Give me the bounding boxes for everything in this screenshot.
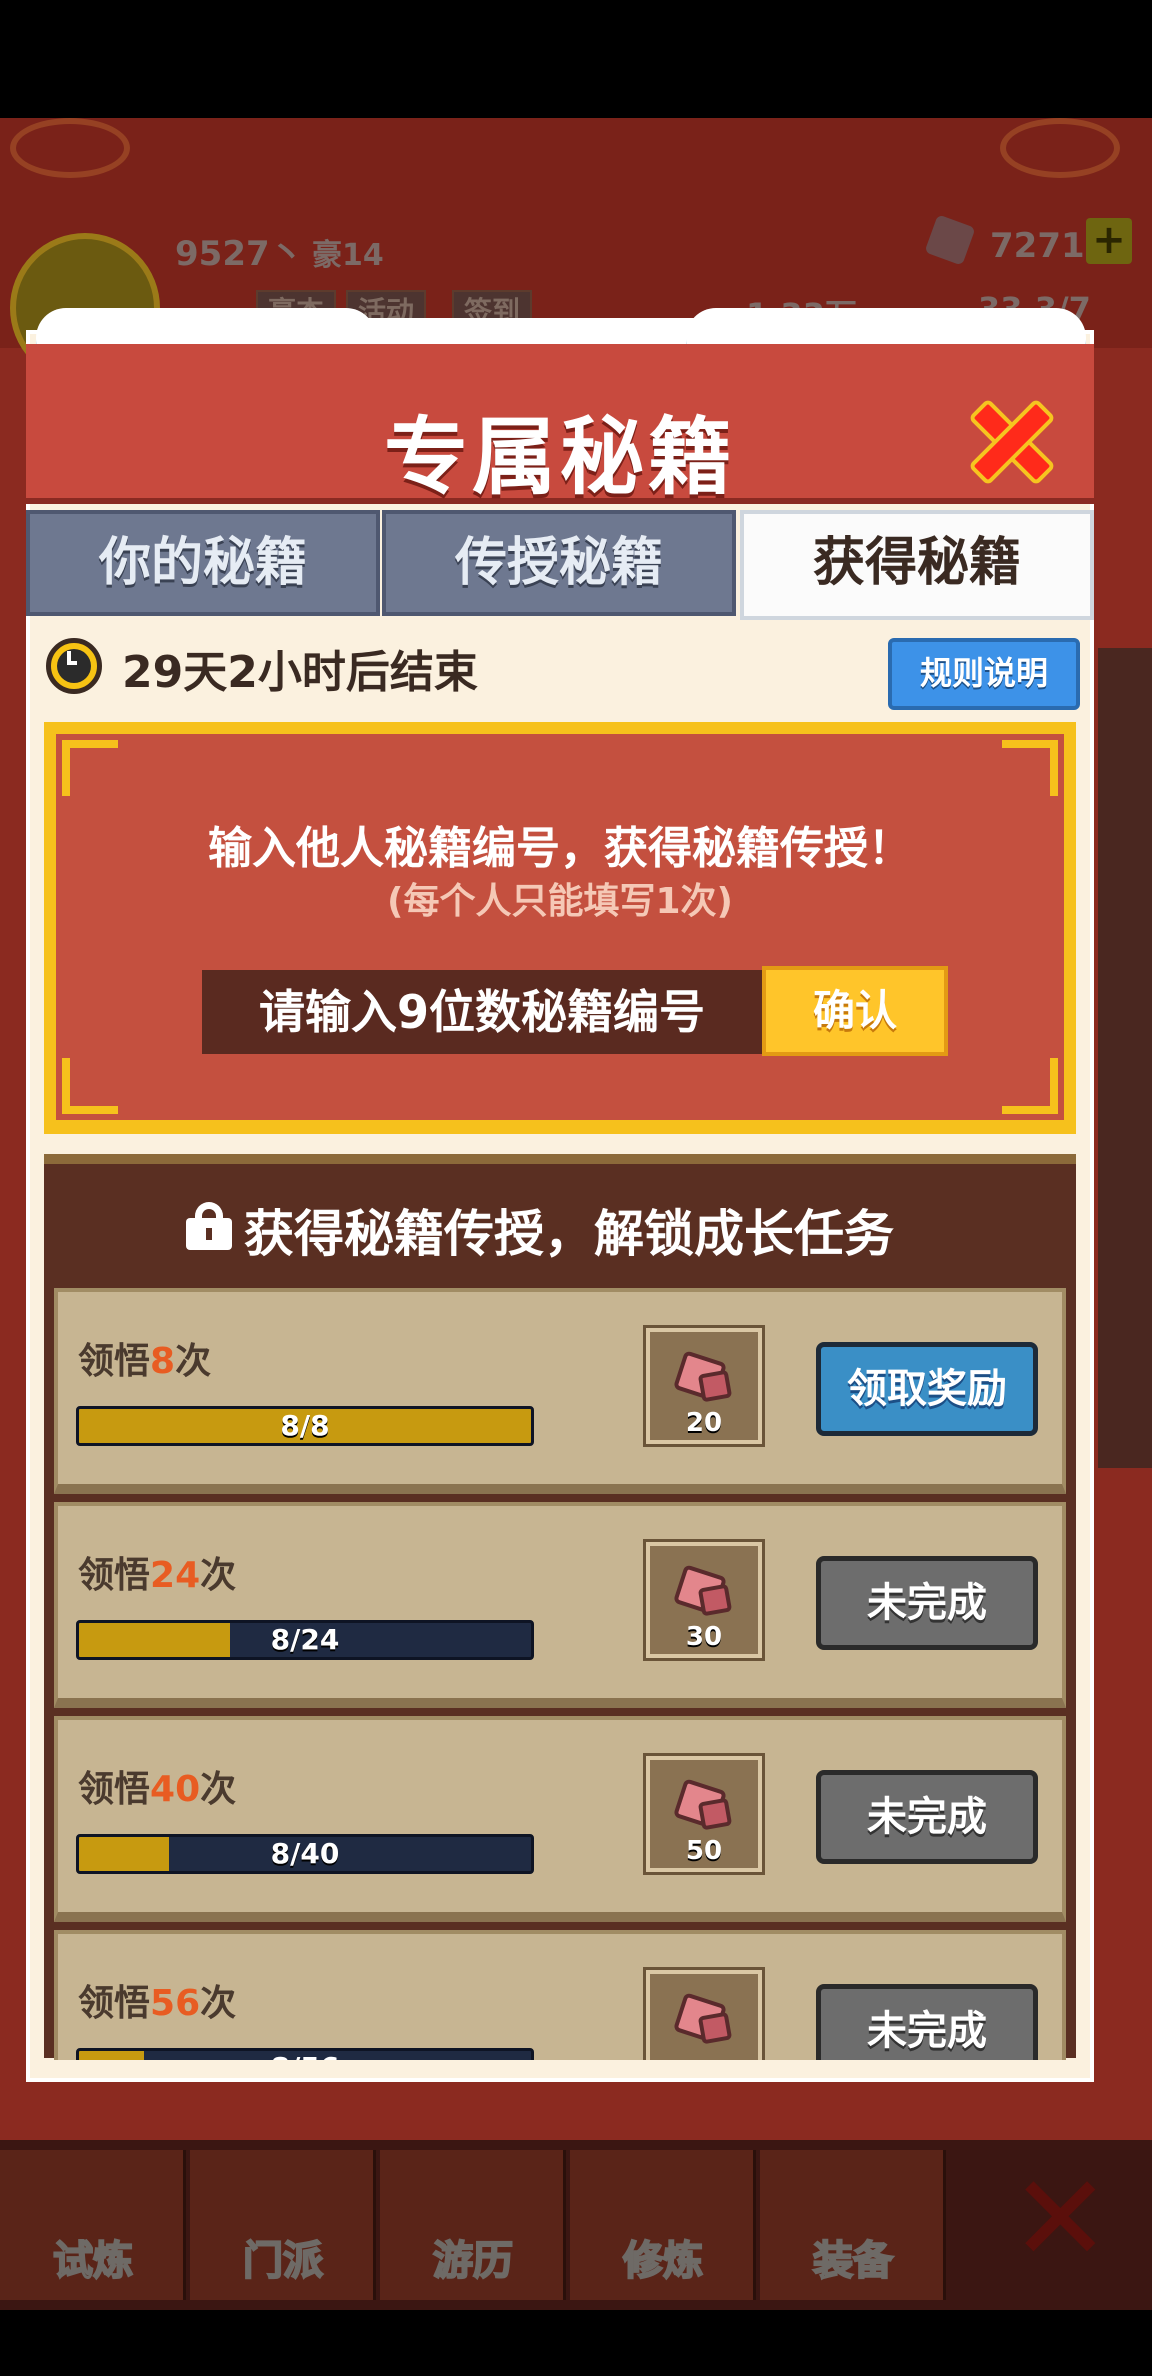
task-row: 领悟56次 8/56 未完成 bbox=[54, 1930, 1066, 2060]
gem-count: 7271 bbox=[990, 226, 1085, 266]
tab-your-secrets[interactable]: 你的秘籍 bbox=[26, 510, 380, 616]
progress-text: 8/8 bbox=[280, 1409, 330, 1442]
add-gems-icon: + bbox=[1086, 218, 1132, 264]
side-panel bbox=[1098, 648, 1152, 1468]
nav-label-equipment: 装备 bbox=[812, 2237, 894, 2285]
task-label: 领悟8次 bbox=[78, 1341, 212, 1382]
growth-task-panel: 获得秘籍传授，解锁成长任务 领悟8次 8/8 20 领取奖励 领悟24次 8/2… bbox=[44, 1154, 1076, 2060]
dialog-header: 专属秘籍 bbox=[26, 344, 1094, 506]
task-panel-title: 获得秘籍传授，解锁成长任务 bbox=[244, 1205, 894, 1263]
nav-close-icon: ✕ bbox=[1010, 2150, 1111, 2289]
progress-text: 8/56 bbox=[79, 2051, 531, 2060]
reward-slot[interactable]: 50 bbox=[646, 1756, 762, 1872]
cloud-ornament bbox=[10, 118, 130, 178]
secret-code-input[interactable]: 请输入9位数秘籍编号 bbox=[202, 970, 762, 1054]
player-rank: 豪14 bbox=[312, 238, 384, 273]
task-progress-bar: 8/8 bbox=[76, 1406, 534, 1446]
claim-reward-button[interactable]: 领取奖励 bbox=[816, 1342, 1038, 1436]
input-instruction: 输入他人秘籍编号，获得秘籍传授！ bbox=[208, 823, 912, 874]
cloud-ornament bbox=[1000, 118, 1120, 178]
corner-ornament bbox=[62, 1058, 118, 1114]
lock-icon bbox=[186, 1202, 232, 1250]
incomplete-button[interactable]: 未完成 bbox=[816, 1556, 1038, 1650]
nav-label-sect: 门派 bbox=[242, 2237, 324, 2285]
incomplete-button[interactable]: 未完成 bbox=[816, 1770, 1038, 1864]
input-note: (每个人只能填写1次) bbox=[387, 881, 733, 922]
corner-ornament bbox=[62, 740, 118, 796]
corner-ornament bbox=[1002, 740, 1058, 796]
rules-button[interactable]: 规则说明 bbox=[888, 638, 1080, 710]
code-input-panel: 输入他人秘籍编号，获得秘籍传授！ (每个人只能填写1次) 请输入9位数秘籍编号 … bbox=[44, 722, 1076, 1134]
close-icon[interactable] bbox=[964, 394, 1060, 490]
system-bar bbox=[0, 2310, 1152, 2376]
nav-label-travel: 游历 bbox=[432, 2237, 514, 2285]
reward-slot[interactable]: 30 bbox=[646, 1542, 762, 1658]
tab-teach-secrets[interactable]: 传授秘籍 bbox=[382, 510, 736, 616]
task-row: 领悟24次 8/24 30 未完成 bbox=[54, 1502, 1066, 1708]
task-label: 领悟56次 bbox=[78, 1983, 237, 2024]
tab-obtain-secrets[interactable]: 获得秘籍 bbox=[740, 510, 1094, 620]
corner-ornament bbox=[1002, 1058, 1058, 1114]
reward-slot[interactable]: 20 bbox=[646, 1328, 762, 1444]
dialog-title: 专属秘籍 bbox=[383, 408, 736, 506]
clock-icon bbox=[46, 638, 102, 694]
progress-text: 8/24 bbox=[270, 1623, 340, 1656]
task-progress-bar: 8/24 bbox=[76, 1620, 534, 1660]
confirm-button[interactable]: 确认 bbox=[762, 966, 948, 1056]
reward-quantity: 20 bbox=[685, 1408, 723, 1438]
timer-text: 29天2小时后结束 bbox=[122, 647, 478, 698]
gem-icon bbox=[672, 1992, 736, 2050]
reward-slot[interactable] bbox=[646, 1970, 762, 2060]
exclusive-secret-dialog: 专属秘籍 你的秘籍 传授秘籍 获得秘籍 29天2小时后结束 规则说明 输入他人秘… bbox=[26, 308, 1094, 2082]
gem-icon bbox=[672, 1778, 736, 1836]
task-row: 领悟8次 8/8 20 领取奖励 bbox=[54, 1288, 1066, 1494]
reward-quantity: 30 bbox=[685, 1622, 723, 1652]
gem-icon bbox=[672, 1350, 736, 1408]
player-id: 9527丶 bbox=[175, 234, 304, 274]
reward-quantity: 50 bbox=[685, 1836, 723, 1866]
tab-bar: 你的秘籍 传授秘籍 获得秘籍 bbox=[26, 510, 1094, 620]
task-progress-bar: 8/56 bbox=[76, 2048, 534, 2060]
task-label: 领悟40次 bbox=[78, 1769, 237, 1810]
task-progress-bar: 8/40 bbox=[76, 1834, 534, 1874]
task-row: 领悟40次 8/40 50 未完成 bbox=[54, 1716, 1066, 1922]
task-label: 领悟24次 bbox=[78, 1555, 237, 1596]
nav-label-trial: 试炼 bbox=[52, 2237, 134, 2285]
progress-text: 8/40 bbox=[270, 1837, 340, 1870]
incomplete-button[interactable]: 未完成 bbox=[816, 1984, 1038, 2060]
task-list[interactable]: 领悟8次 8/8 20 领取奖励 领悟24次 8/24 30 未完成 领悟40次… bbox=[54, 1288, 1066, 2060]
gem-icon bbox=[672, 1564, 736, 1622]
nav-label-cultivate: 修炼 bbox=[622, 2237, 704, 2285]
